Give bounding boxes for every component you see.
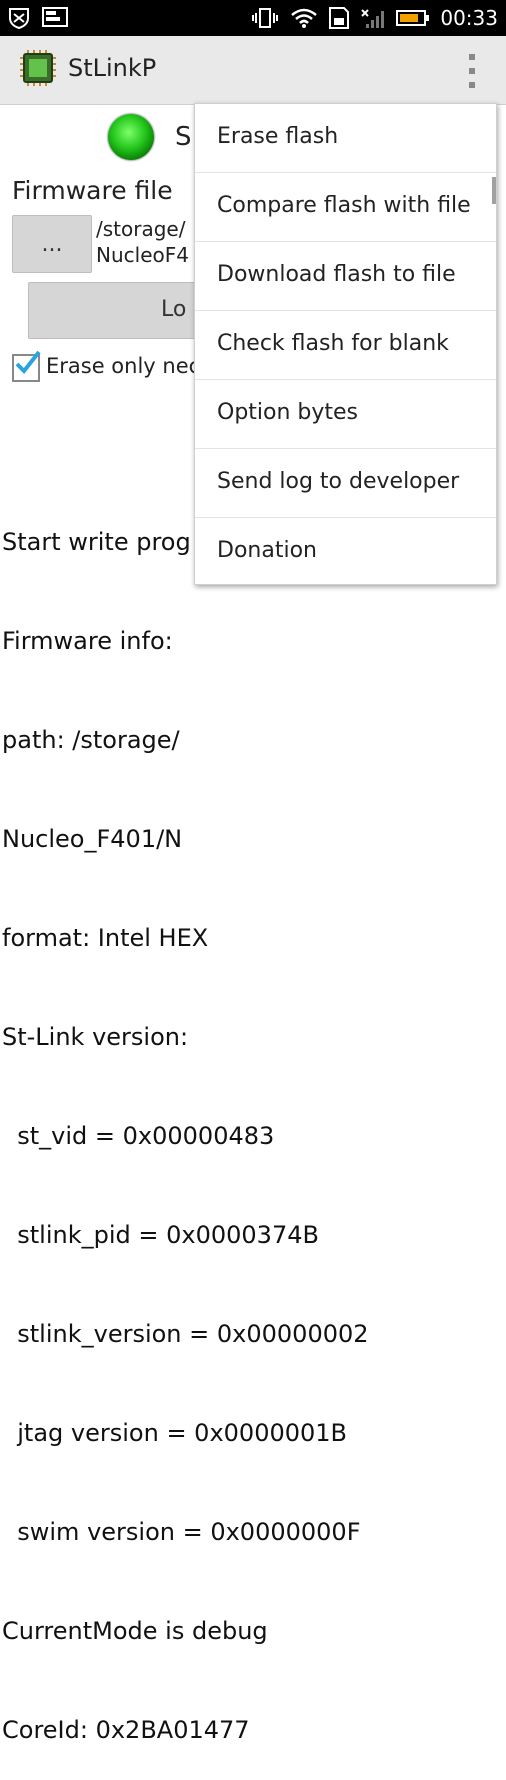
menu-item-label: Erase flash <box>217 124 339 149</box>
menu-item-download-flash[interactable]: Download flash to file <box>195 242 496 311</box>
menu-item-donation[interactable]: Donation <box>195 518 496 586</box>
menu-item-erase-flash[interactable]: Erase flash <box>195 104 496 173</box>
log-line: stlink_version = 0x00000002 <box>2 1320 369 1348</box>
menu-item-label: Download flash to file <box>217 262 456 287</box>
vibrate-icon <box>250 7 280 29</box>
image-icon <box>42 6 68 30</box>
menu-scrollbar[interactable] <box>492 177 496 204</box>
firmware-file-label: Firmware file <box>12 176 173 205</box>
menu-item-label: Check flash for blank <box>217 331 449 356</box>
log-line: CoreId: 0x2BA01477 <box>2 1716 250 1744</box>
shield-icon <box>8 6 30 30</box>
log-line: swim version = 0x0000000F <box>2 1518 361 1546</box>
log-line: St-Link version: <box>2 1023 189 1051</box>
firmware-path: /storage/ NucleoF4 <box>96 217 189 267</box>
erase-only-needed-checkbox[interactable] <box>12 350 41 382</box>
browse-file-button[interactable]: ... <box>12 215 92 273</box>
overflow-menu-icon[interactable] <box>466 54 478 88</box>
log-line: Nucleo_F401/N <box>2 825 183 853</box>
menu-item-label: Compare flash with file <box>217 193 471 218</box>
wifi-icon <box>290 7 318 29</box>
chip-app-icon[interactable] <box>18 48 58 88</box>
status-bar: 00:33 <box>0 0 506 36</box>
menu-item-compare-flash[interactable]: Compare flash with file <box>195 173 496 242</box>
menu-item-label: Donation <box>217 538 317 563</box>
menu-item-label: Option bytes <box>217 400 359 425</box>
battery-icon <box>396 8 430 28</box>
checkmark-icon <box>15 350 41 375</box>
status-text: S <box>175 122 192 152</box>
overflow-popup-menu: Erase flash Compare flash with file Down… <box>194 103 497 585</box>
log-line: jtag version = 0x0000001B <box>2 1419 347 1447</box>
app-title: StLinkP <box>68 54 157 82</box>
log-line: Firmware info: <box>2 627 173 655</box>
log-line: CurrentMode is debug <box>2 1617 268 1645</box>
menu-item-option-bytes[interactable]: Option bytes <box>195 380 496 449</box>
menu-item-check-blank[interactable]: Check flash for blank <box>195 311 496 380</box>
sd-card-icon <box>328 6 350 30</box>
action-bar: StLinkP <box>0 36 506 105</box>
connection-status-led <box>108 114 154 160</box>
signal-icon <box>360 6 386 30</box>
log-line: st_vid = 0x00000483 <box>2 1122 275 1150</box>
log-line: path: /storage/ <box>2 726 180 754</box>
load-button-label: Lo <box>161 297 187 322</box>
menu-item-send-log[interactable]: Send log to developer <box>195 449 496 518</box>
log-output: Start write prog Firmware info: path: /s… <box>2 460 506 1780</box>
menu-item-label: Send log to developer <box>217 469 460 494</box>
erase-only-needed-label: Erase only nec <box>46 354 201 378</box>
clock: 00:33 <box>440 6 498 30</box>
log-line: format: Intel HEX <box>2 924 209 952</box>
log-line: stlink_pid = 0x0000374B <box>2 1221 319 1249</box>
